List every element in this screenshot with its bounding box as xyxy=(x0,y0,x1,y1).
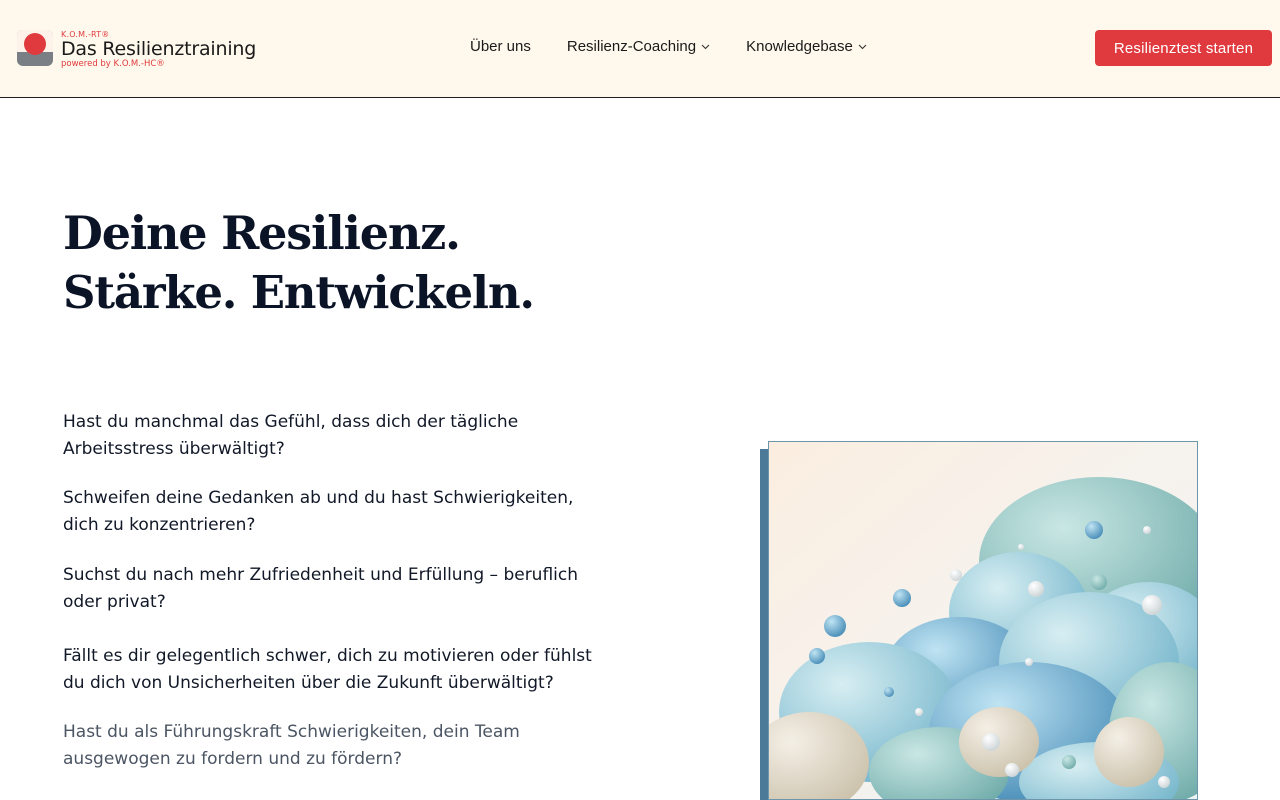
hero-illustration xyxy=(768,441,1198,800)
main-nav: Über uns Resilienz-Coaching Knowledgebas… xyxy=(470,38,867,55)
logo-wordmark: K.O.M.-RT® Das Resilienztraining powered… xyxy=(61,30,256,69)
start-resilience-test-button[interactable]: Resilienztest starten xyxy=(1095,30,1272,66)
chevron-down-icon xyxy=(858,42,867,53)
nav-item-label: Resilienz-Coaching xyxy=(566,38,697,55)
hero-title: Deine Resilienz. xyxy=(63,206,461,260)
nav-item-ueber-uns[interactable]: Über uns xyxy=(470,38,531,55)
chevron-down-icon xyxy=(701,42,710,53)
hero-question: Suchst du nach mehr Zufriedenheit und Er… xyxy=(63,565,579,612)
nav-item-resilienz-coaching[interactable]: Resilienz-Coaching xyxy=(567,38,710,55)
logo-title: Das Resilienztraining xyxy=(61,38,257,60)
hero-question: Hast du als Führungskraft Schwierigkeite… xyxy=(63,722,520,769)
logo-subtitle: powered by K.O.M.-HC® xyxy=(61,59,165,69)
hero-question: Hast du manchmal das Gefühl, dass dich d… xyxy=(63,412,519,459)
nav-item-label: Über uns xyxy=(470,38,531,55)
hero-subtitle: Stärke. Entwickeln. xyxy=(63,266,535,319)
logo-mark-icon xyxy=(17,30,53,66)
hero-question: Schweifen deine Gedanken ab und du hast … xyxy=(63,488,574,535)
hero-question: Fällt es dir gelegentlich schwer, dich z… xyxy=(63,646,592,693)
site-header: K.O.M.-RT® Das Resilienztraining powered… xyxy=(0,0,1280,98)
nav-item-label: Knowledgebase xyxy=(746,38,853,55)
nav-item-knowledgebase[interactable]: Knowledgebase xyxy=(746,38,867,55)
